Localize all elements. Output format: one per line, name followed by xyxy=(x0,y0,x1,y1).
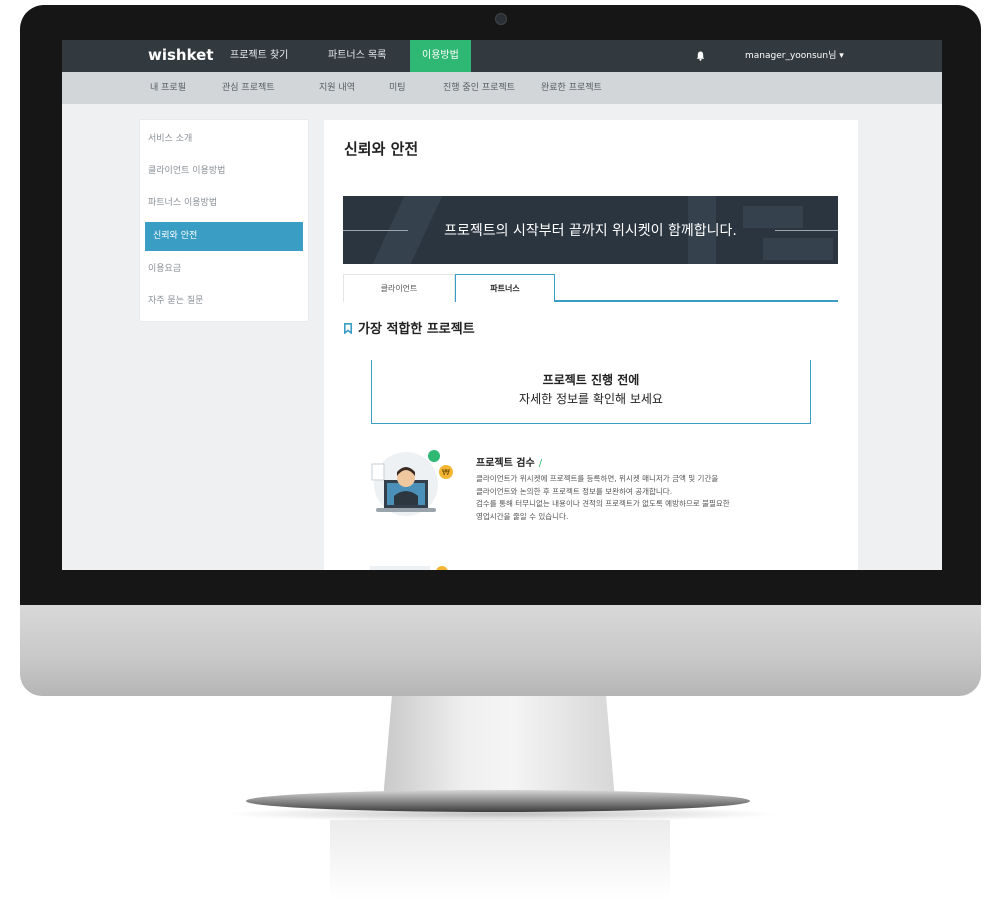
notice-line-1: 프로젝트 진행 전에 xyxy=(542,373,640,387)
feature-desc-line-1: 클라이언트가 위시켓에 프로젝트를 등록하면, 위시켓 매니저가 금액 및 기간… xyxy=(476,474,719,483)
sidebar-item-client-guide[interactable]: 클라이언트 이용방법 xyxy=(140,157,308,186)
tab-client[interactable]: 클라이언트 xyxy=(343,274,455,302)
wishket-logo[interactable]: wishket xyxy=(148,46,214,64)
audience-tabs: 클라이언트 파트너스 xyxy=(343,274,838,302)
sidebar-item-trust-safety[interactable]: 신뢰와 안전 xyxy=(145,222,303,251)
next-illustration-icon xyxy=(370,566,448,570)
sub-navigation: 내 프로필 관심 프로젝트 지원 내역 미팅 진행 중인 프로젝트 완료한 프로… xyxy=(62,72,942,104)
section-heading-text: 가장 적합한 프로젝트 xyxy=(358,322,475,337)
webcam xyxy=(495,13,507,25)
subnav-my-profile[interactable]: 내 프로필 xyxy=(150,72,186,104)
manager-illustration-icon: ₩ xyxy=(371,450,453,516)
main-content: 신뢰와 안전 프로젝트의 시작부터 끝까지 위시켓이 함께합니다. 클라이언트 … xyxy=(324,120,858,570)
sidebar-item-pricing[interactable]: 이용요금 xyxy=(140,255,308,284)
notice-line-2: 자세한 정보를 확인해 보세요 xyxy=(519,392,663,406)
nav-how-to-use[interactable]: 이용방법 xyxy=(410,40,471,72)
feature-slash: / xyxy=(538,458,543,469)
feature-title: 프로젝트 검수 xyxy=(476,458,535,469)
monitor-stand xyxy=(383,692,615,800)
sidebar-item-service-intro[interactable]: 서비스 소개 xyxy=(140,125,308,154)
top-navigation: wishket 프로젝트 찾기 파트너스 목록 이용방법 manager_yoo… xyxy=(62,40,942,72)
hero-banner: 프로젝트의 시작부터 끝까지 위시켓이 함께합니다. xyxy=(343,196,838,264)
bookmark-icon xyxy=(344,323,352,334)
notice-box: 프로젝트 진행 전에 자세한 정보를 확인해 보세요 xyxy=(371,360,811,424)
subnav-meetings[interactable]: 미팅 xyxy=(389,72,406,104)
feature-project-review: 프로젝트 검수 / 클라이언트가 위시켓에 프로젝트를 등록하면, 위시켓 매니저… xyxy=(476,454,836,523)
svg-text:₩: ₩ xyxy=(442,468,450,477)
subnav-ongoing-projects[interactable]: 진행 중인 프로젝트 xyxy=(443,72,515,104)
desk-reflection xyxy=(330,820,670,900)
user-menu[interactable]: manager_yoonsun님 ▾ xyxy=(745,40,844,72)
subnav-completed-projects[interactable]: 완료한 프로젝트 xyxy=(541,72,602,104)
section-heading: 가장 적합한 프로젝트 xyxy=(344,318,475,337)
nav-find-projects[interactable]: 프로젝트 찾기 xyxy=(230,40,288,72)
sidebar-item-partner-guide[interactable]: 파트너스 이용방법 xyxy=(140,189,308,218)
sidebar: 서비스 소개 클라이언트 이용방법 파트너스 이용방법 신뢰와 안전 이용요금 … xyxy=(140,120,308,321)
sidebar-item-faq[interactable]: 자주 묻는 질문 xyxy=(140,287,308,316)
page-title: 신뢰와 안전 xyxy=(344,140,419,158)
feature-desc-line-3: 검수를 통해 터무니없는 내용이나 견적의 프로젝트가 없도록 예방하므로 불필… xyxy=(476,499,730,508)
banner-text: 프로젝트의 시작부터 끝까지 위시켓이 함께합니다. xyxy=(444,223,737,239)
screen: wishket 프로젝트 찾기 파트너스 목록 이용방법 manager_yoo… xyxy=(62,40,942,570)
nav-partners-list[interactable]: 파트너스 목록 xyxy=(328,40,386,72)
feature-desc-line-2: 클라이언트와 논의한 후 프로젝트 정보를 보완하여 공개합니다. xyxy=(476,486,673,496)
feature-desc-line-4: 영업시간을 줄일 수 있습니다. xyxy=(476,511,569,521)
subnav-application-history[interactable]: 지원 내역 xyxy=(319,72,355,104)
tab-partners[interactable]: 파트너스 xyxy=(455,274,555,302)
subnav-interested-projects[interactable]: 관심 프로젝트 xyxy=(222,72,275,104)
monitor-stand-base xyxy=(246,790,750,812)
monitor-chin xyxy=(20,604,981,696)
bell-icon[interactable] xyxy=(696,51,705,61)
